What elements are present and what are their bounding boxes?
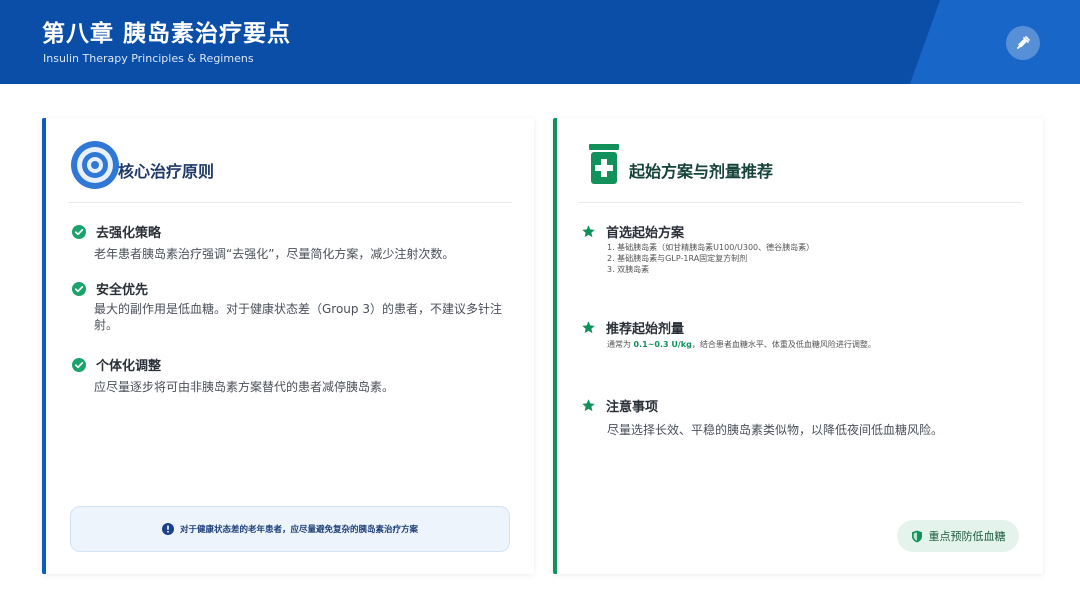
principle-label: 安全优先 bbox=[96, 283, 149, 298]
divider bbox=[68, 202, 512, 203]
medicine-bottle-icon bbox=[589, 144, 619, 188]
principle-text: 最大的副作用是低血糖。对于健康状态差（Group 3）的患者，不建议多针注射。 bbox=[94, 302, 502, 332]
shield-icon bbox=[911, 530, 922, 542]
regimen-label: 推荐起始剂量 bbox=[606, 322, 685, 337]
dose-text: 通常为 0.1~0.3 U/kg，结合患者血糖水平、体重及低血糖风险进行调整。 bbox=[607, 339, 876, 350]
star-icon bbox=[582, 321, 595, 334]
regimen-item: 注意事项 bbox=[581, 396, 658, 415]
principle-item: 个体化调整 bbox=[72, 355, 161, 374]
pill-text: 重点预防低血糖 bbox=[928, 530, 1006, 543]
principle-item: 去强化策略 bbox=[72, 222, 161, 241]
list-item: 3. 双胰岛素 bbox=[607, 265, 650, 274]
target-icon bbox=[70, 140, 120, 194]
divider bbox=[579, 202, 1021, 203]
syringe-icon bbox=[1006, 26, 1040, 60]
regimen-title: 起始方案与剂量推荐 bbox=[629, 162, 774, 181]
dose-prefix: 通常为 bbox=[607, 340, 634, 349]
principles-card: 核心治疗原则 去强化策略 老年患者胰岛素治疗强调“去强化”，尽量简化方案，减少注… bbox=[42, 118, 534, 574]
check-circle-icon bbox=[72, 224, 86, 239]
regimen-label: 首选起始方案 bbox=[606, 226, 685, 241]
regimen-label: 注意事项 bbox=[606, 400, 659, 415]
principle-label: 个体化调整 bbox=[96, 359, 162, 374]
regimen-list: 1. 基础胰岛素（如甘精胰岛素U100/U300、德谷胰岛素） 2. 基础胰岛素… bbox=[607, 242, 814, 275]
check-circle-icon bbox=[72, 281, 86, 296]
regimen-item: 推荐起始剂量 bbox=[581, 318, 684, 337]
principle-text: 应尽量逐步将可由非胰岛素方案替代的患者减停胰岛素。 bbox=[94, 380, 395, 394]
principle-label: 去强化策略 bbox=[96, 226, 162, 241]
check-circle-icon bbox=[72, 357, 86, 372]
info-icon bbox=[161, 523, 174, 535]
page-title: 第八章 胰岛素治疗要点 bbox=[42, 21, 292, 47]
warning-note: 对于健康状态差的老年患者，应尽量避免复杂的胰岛素治疗方案 bbox=[70, 506, 510, 552]
page-subtitle: Insulin Therapy Principles & Regimens bbox=[43, 52, 254, 65]
header-accent bbox=[910, 0, 1080, 84]
dose-highlight: 0.1~0.3 U/kg bbox=[633, 340, 692, 349]
list-item: 2. 基础胰岛素与GLP-1RA固定复方制剂 bbox=[607, 254, 748, 263]
star-icon bbox=[582, 225, 595, 238]
star-icon bbox=[582, 399, 595, 412]
hypoglycemia-pill: 重点预防低血糖 bbox=[897, 520, 1019, 552]
regimen-card: 起始方案与剂量推荐 首选起始方案 1. 基础胰岛素（如甘精胰岛素U100/U30… bbox=[553, 118, 1043, 574]
list-item: 1. 基础胰岛素（如甘精胰岛素U100/U300、德谷胰岛素） bbox=[607, 243, 815, 252]
principle-item: 安全优先 bbox=[72, 279, 148, 298]
regimen-text: 尽量选择长效、平稳的胰岛素类似物，以降低夜间低血糖风险。 bbox=[607, 423, 944, 437]
dose-suffix: ，结合患者血糖水平、体重及低血糖风险进行调整。 bbox=[691, 340, 876, 349]
header-banner: 第八章 胰岛素治疗要点 Insulin Therapy Principles &… bbox=[0, 0, 1080, 84]
principles-title: 核心治疗原则 bbox=[118, 162, 215, 181]
principle-text: 老年患者胰岛素治疗强调“去强化”，尽量简化方案，减少注射次数。 bbox=[94, 247, 455, 261]
warning-note-text: 对于健康状态差的老年患者，应尽量避免复杂的胰岛素治疗方案 bbox=[179, 525, 418, 535]
regimen-item: 首选起始方案 bbox=[581, 222, 684, 241]
